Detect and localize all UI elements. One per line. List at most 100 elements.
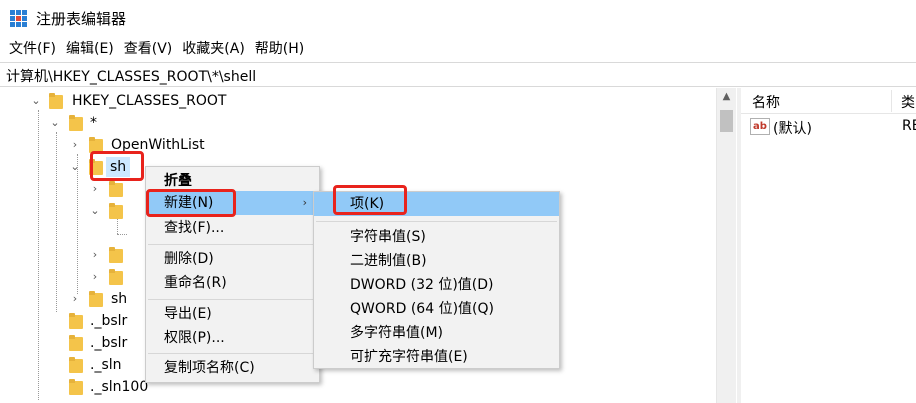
menu-item-label: 删除(D) bbox=[164, 251, 214, 267]
scroll-thumb[interactable] bbox=[720, 110, 733, 132]
menu-item-rename[interactable]: 重命名(R) bbox=[146, 271, 319, 295]
chevron-right-icon[interactable]: › bbox=[69, 139, 81, 151]
menu-favorites[interactable]: 收藏夹(A) bbox=[177, 36, 250, 62]
chevron-down-icon[interactable]: ⌄ bbox=[30, 95, 42, 107]
chevron-right-icon[interactable]: › bbox=[89, 271, 101, 283]
chevron-right-icon[interactable]: › bbox=[89, 183, 101, 195]
menu-item-label: 导出(E) bbox=[164, 306, 212, 322]
address-path[interactable]: 计算机\HKEY_CLASSES_ROOT\*\shell bbox=[6, 66, 256, 86]
title-bar: 注册表编辑器 bbox=[0, 0, 916, 36]
folder-icon bbox=[69, 115, 83, 131]
tree-item-openwithlist[interactable]: › OpenWithList bbox=[0, 134, 700, 156]
tree-label: ._sln bbox=[90, 357, 122, 373]
submenu-item-qword-value[interactable]: QWORD (64 位)值(Q) bbox=[314, 297, 559, 321]
submenu-item-dword-value[interactable]: DWORD (32 位)值(D) bbox=[314, 273, 559, 297]
folder-icon bbox=[89, 291, 103, 307]
menu-item-copy-key-name[interactable]: 复制项名称(C) bbox=[146, 356, 319, 380]
menu-item-label: 折叠 bbox=[164, 173, 192, 189]
menu-separator bbox=[148, 244, 317, 245]
value-row[interactable]: ab (默认) RE bbox=[741, 116, 916, 138]
menu-item-label: 项(K) bbox=[350, 196, 385, 212]
folder-icon bbox=[69, 335, 83, 351]
tree-item-bslr[interactable]: ._bslr bbox=[0, 310, 140, 332]
column-header: 名称 类 bbox=[741, 88, 916, 114]
submenu-item-expandable-string-value[interactable]: 可扩充字符串值(E) bbox=[314, 345, 559, 369]
tree-item-shell-child[interactable]: ⌄ bbox=[0, 200, 140, 222]
folder-icon bbox=[109, 203, 123, 219]
menu-item-delete[interactable]: 删除(D) bbox=[146, 247, 319, 271]
menu-item-label: DWORD (32 位)值(D) bbox=[350, 277, 494, 293]
menu-item-label: QWORD (64 位)值(Q) bbox=[350, 301, 494, 317]
window-title: 注册表编辑器 bbox=[36, 10, 127, 28]
menu-view[interactable]: 查看(V) bbox=[119, 36, 178, 62]
tree-scrollbar[interactable]: ▲ bbox=[716, 88, 736, 403]
submenu-item-binary-value[interactable]: 二进制值(B) bbox=[314, 249, 559, 273]
folder-icon bbox=[109, 247, 123, 263]
chevron-right-icon[interactable]: › bbox=[89, 249, 101, 261]
tree-item-hkcr[interactable]: ⌄ HKEY_CLASSES_ROOT bbox=[0, 90, 700, 112]
tree-item-bslr[interactable]: ._bslr bbox=[0, 332, 140, 354]
menu-item-label: 复制项名称(C) bbox=[164, 360, 255, 376]
menu-item-find[interactable]: 查找(F)... bbox=[146, 216, 319, 240]
string-value-icon: ab bbox=[750, 118, 770, 135]
tree-item-sln100[interactable]: ._sln100 bbox=[0, 376, 160, 398]
value-name: (默认) bbox=[773, 121, 812, 137]
chevron-right-icon: › bbox=[302, 196, 307, 209]
menu-separator bbox=[316, 221, 557, 222]
menu-help[interactable]: 帮助(H) bbox=[250, 36, 309, 62]
column-type-header[interactable]: 类 bbox=[901, 92, 915, 112]
registry-editor-icon bbox=[10, 10, 28, 28]
scroll-up-icon[interactable]: ▲ bbox=[717, 88, 736, 106]
menu-item-export[interactable]: 导出(E) bbox=[146, 302, 319, 326]
menu-item-label: 权限(P)... bbox=[164, 330, 225, 346]
tree-label: sh bbox=[106, 157, 131, 177]
chevron-down-icon[interactable]: ⌄ bbox=[49, 117, 61, 129]
column-name-header[interactable]: 名称 bbox=[752, 92, 780, 112]
menu-file[interactable]: 文件(F) bbox=[4, 36, 61, 62]
chevron-right-icon[interactable]: › bbox=[69, 293, 81, 305]
menu-item-label: 新建(N) bbox=[164, 195, 214, 211]
menu-item-permissions[interactable]: 权限(P)... bbox=[146, 326, 319, 350]
menu-item-collapse[interactable]: 折叠 bbox=[146, 169, 319, 193]
menu-item-label: 字符串值(S) bbox=[350, 229, 426, 245]
chevron-down-icon[interactable]: ⌄ bbox=[89, 205, 101, 217]
values-pane: 名称 类 ab (默认) RE bbox=[741, 88, 916, 403]
menu-item-new[interactable]: 新建(N) › bbox=[146, 191, 319, 215]
folder-icon bbox=[69, 313, 83, 329]
menu-item-label: 可扩充字符串值(E) bbox=[350, 349, 468, 365]
folder-icon bbox=[89, 137, 103, 153]
tree-item-shell[interactable]: ⌄ sh bbox=[0, 156, 700, 178]
folder-icon bbox=[109, 269, 123, 285]
tree-item-shell-child[interactable]: › bbox=[0, 178, 140, 200]
submenu-item-key[interactable]: 项(K) bbox=[314, 192, 559, 216]
address-bar[interactable]: 计算机\HKEY_CLASSES_ROOT\*\shell bbox=[0, 62, 916, 87]
tree-guide bbox=[117, 234, 127, 235]
menu-item-label: 查找(F)... bbox=[164, 220, 225, 236]
folder-icon bbox=[69, 357, 83, 373]
tree-label: ._bslr bbox=[90, 313, 128, 329]
tree-item-sh[interactable]: › sh bbox=[0, 288, 140, 310]
context-menu: 折叠 新建(N) › 查找(F)... 删除(D) 重命名(R) 导出(E) 权限… bbox=[145, 166, 320, 383]
menu-edit[interactable]: 编辑(E) bbox=[61, 36, 119, 62]
menu-separator bbox=[148, 353, 317, 354]
tree-label: OpenWithList bbox=[111, 137, 205, 153]
menu-bar: 文件(F) 编辑(E) 查看(V) 收藏夹(A) 帮助(H) bbox=[0, 36, 916, 62]
column-divider[interactable] bbox=[891, 90, 892, 112]
tree-label: ._bslr bbox=[90, 335, 128, 351]
submenu-item-string-value[interactable]: 字符串值(S) bbox=[314, 225, 559, 249]
submenu-item-multi-string-value[interactable]: 多字符串值(M) bbox=[314, 321, 559, 345]
tree-item-star[interactable]: ⌄ * bbox=[0, 112, 700, 134]
tree-label: sh bbox=[111, 291, 128, 307]
value-type: RE bbox=[902, 118, 916, 134]
tree-label: HKEY_CLASSES_ROOT bbox=[72, 93, 227, 109]
tree-item-shell-child[interactable]: › bbox=[0, 266, 140, 288]
tree-label: ._sln100 bbox=[90, 379, 149, 395]
tree-item-sln[interactable]: ._sln bbox=[0, 354, 140, 376]
folder-icon bbox=[109, 181, 123, 197]
folder-icon bbox=[69, 379, 83, 395]
tree-item-shell-child[interactable]: › bbox=[0, 244, 140, 266]
tree-label: * bbox=[90, 115, 97, 131]
chevron-down-icon[interactable]: ⌄ bbox=[69, 161, 81, 173]
menu-item-label: 多字符串值(M) bbox=[350, 325, 444, 341]
folder-icon bbox=[49, 93, 63, 109]
